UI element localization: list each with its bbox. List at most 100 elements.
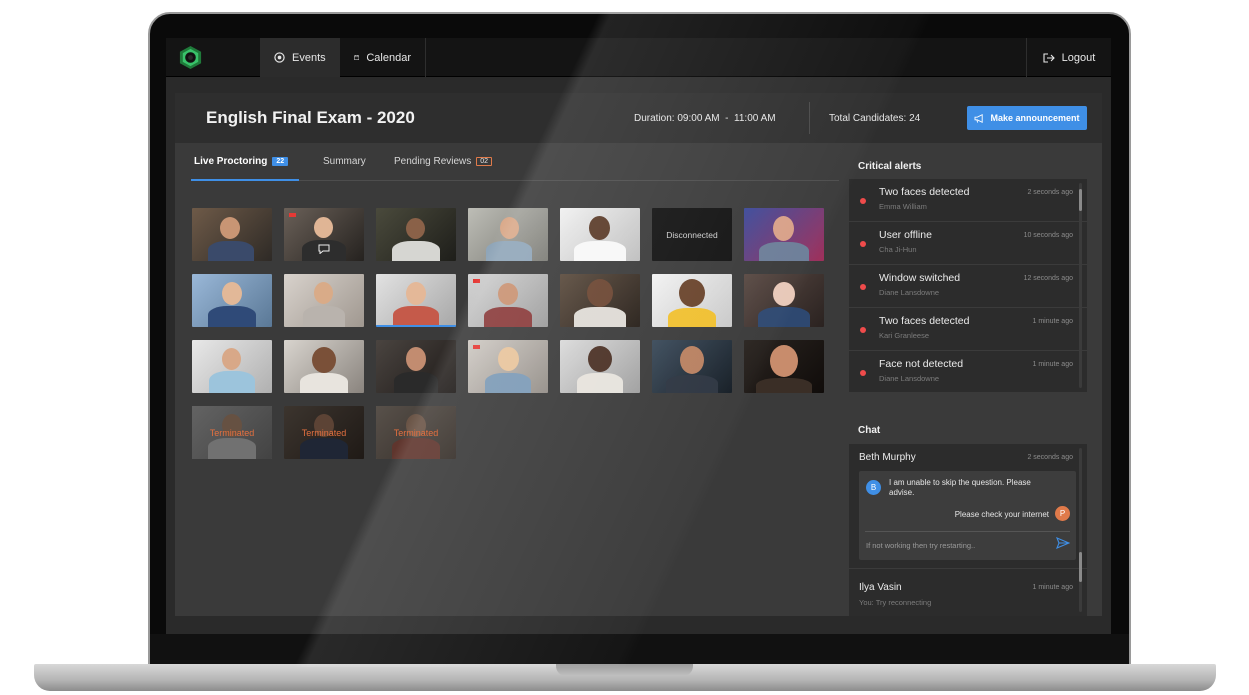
candidate-video-tile[interactable] (560, 208, 640, 261)
candidate-face (589, 216, 610, 240)
candidate-face (406, 218, 425, 239)
tile-status-label: Disconnected (666, 229, 718, 240)
tab-summary[interactable]: Summary (323, 156, 366, 167)
event-panel: English Final Exam - 2020 Duration: 09:0… (175, 93, 1102, 616)
candidate-video-tile[interactable] (744, 340, 824, 393)
alert-title: Window switched (879, 272, 961, 284)
candidate-face (406, 347, 426, 371)
active-tab-indicator (191, 179, 299, 181)
candidate-body (668, 308, 716, 327)
candidate-video-tile[interactable] (744, 208, 824, 261)
candidate-video-tile[interactable]: Terminated (284, 406, 364, 459)
nav-tab-label: Events (292, 51, 326, 64)
candidate-face (587, 279, 613, 307)
candidate-body (574, 241, 626, 261)
chat-conversation: B I am unable to skip the question. Plea… (859, 471, 1076, 560)
alert-status-dot (860, 241, 866, 247)
candidates-info: Total Candidates: 24 (829, 113, 920, 124)
candidate-video-tile[interactable] (468, 274, 548, 327)
candidate-face (406, 282, 426, 305)
top-nav: Events Calendar Logout (166, 38, 1111, 77)
candidate-video-tile[interactable] (652, 340, 732, 393)
candidate-video-tile[interactable] (284, 274, 364, 327)
alert-item[interactable]: Window switched Diane Lansdowne 12 secon… (849, 265, 1087, 308)
alert-candidate-name: Diane Lansdowne (879, 288, 940, 297)
avatar: P (1055, 506, 1070, 521)
candidate-face (222, 282, 242, 305)
nav-tab-events[interactable]: Events (260, 38, 340, 77)
candidate-video-tile[interactable] (376, 340, 456, 393)
candidate-face (773, 216, 794, 241)
avatar: B (866, 480, 881, 495)
tab-live-proctoring[interactable]: Live Proctoring 22 (194, 156, 289, 167)
page-title: English Final Exam - 2020 (206, 108, 415, 127)
candidate-body (394, 372, 438, 393)
candidate-body (666, 375, 718, 393)
alert-time: 10 seconds ago (1023, 232, 1073, 239)
candidate-video-tile[interactable] (376, 208, 456, 261)
tab-pending-reviews[interactable]: Pending Reviews 02 (394, 156, 493, 167)
chat-thread-name[interactable]: Beth Murphy (859, 452, 916, 463)
duration-value: 09:00 AM - 11:00 AM (677, 113, 776, 124)
alert-title: User offline (879, 229, 932, 241)
chat-thread-name[interactable]: Ilya Vasin (859, 582, 902, 593)
target-icon (274, 52, 285, 63)
alert-title: Two faces detected (879, 186, 970, 198)
alert-item[interactable]: Two faces detected Kari Granleese 1 minu… (849, 308, 1087, 351)
candidate-body (208, 241, 254, 261)
candidate-video-tile[interactable] (376, 274, 456, 327)
make-announcement-button[interactable]: Make announcement (967, 106, 1087, 130)
chat-panel: Beth Murphy 2 seconds ago B I am unable … (849, 444, 1087, 616)
alert-item[interactable]: User offline Cha Ji-Hun 10 seconds ago (849, 222, 1087, 265)
candidate-video-tile[interactable] (192, 208, 272, 261)
candidate-body (300, 373, 348, 393)
logout-label: Logout (1061, 51, 1096, 64)
header-divider (809, 102, 810, 134)
candidate-video-tile[interactable] (192, 340, 272, 393)
chat-scrollbar-track[interactable] (1079, 448, 1082, 612)
logout-icon (1043, 52, 1055, 63)
candidate-video-tile[interactable]: Disconnected (652, 208, 732, 261)
alerts-scrollbar-thumb[interactable] (1079, 189, 1082, 211)
app-logo-icon[interactable] (178, 45, 203, 70)
candidate-video-tile[interactable] (468, 340, 548, 393)
send-icon[interactable] (1056, 537, 1070, 549)
chat-scrollbar-thumb[interactable] (1079, 552, 1082, 582)
alert-time: 2 seconds ago (1027, 189, 1073, 196)
alert-status-dot (860, 370, 866, 376)
candidate-video-tile[interactable] (652, 274, 732, 327)
candidate-face (312, 347, 336, 373)
candidate-video-tile[interactable] (192, 274, 272, 327)
tile-status-label: Terminated (393, 427, 439, 438)
alert-candidate-name: Cha Ji-Hun (879, 245, 917, 254)
nav-tab-calendar[interactable]: Calendar (340, 38, 426, 77)
duration-label: Duration: (634, 113, 675, 124)
chat-thread-time: 1 minute ago (1032, 584, 1073, 591)
candidate-face (498, 283, 518, 305)
candidate-video-tile[interactable]: Terminated (192, 406, 272, 459)
candidate-video-tile[interactable] (560, 274, 640, 327)
alert-item[interactable]: Face not detected Diane Lansdowne 1 minu… (849, 351, 1087, 392)
tab-label: Summary (323, 156, 366, 167)
alerts-scrollbar-track[interactable] (1079, 183, 1082, 388)
candidate-body (393, 306, 439, 325)
candidate-body (758, 307, 810, 327)
chat-thread-time: 2 seconds ago (1027, 454, 1073, 461)
candidate-video-tile[interactable] (560, 340, 640, 393)
logout-button[interactable]: Logout (1026, 38, 1111, 77)
alert-candidate-name: Kari Granleese (879, 331, 930, 340)
candidate-video-tile[interactable] (744, 274, 824, 327)
alert-time: 1 minute ago (1032, 361, 1073, 368)
chat-message-input[interactable] (866, 538, 1046, 552)
laptop-bezel (150, 634, 1129, 664)
alert-time: 12 seconds ago (1023, 275, 1073, 282)
candidate-video-tile[interactable] (284, 208, 364, 261)
laptop-notch (556, 664, 693, 676)
candidate-video-tile[interactable] (468, 208, 548, 261)
candidate-video-tile[interactable] (284, 340, 364, 393)
event-header: English Final Exam - 2020 Duration: 09:0… (175, 93, 1102, 143)
candidate-body (759, 242, 809, 261)
candidate-video-tile[interactable]: Terminated (376, 406, 456, 459)
calendar-icon (354, 55, 360, 60)
alert-item[interactable]: Two faces detected Emma William 2 second… (849, 179, 1087, 222)
